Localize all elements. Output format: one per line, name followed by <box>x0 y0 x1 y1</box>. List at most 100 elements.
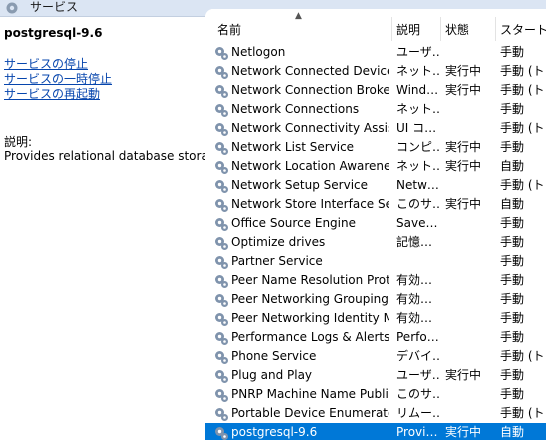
service-status-cell: 実行中 <box>445 83 482 97</box>
gear-icon <box>213 311 229 327</box>
column-divider[interactable] <box>391 17 392 41</box>
service-startup-cell: 自動 <box>500 159 525 173</box>
service-name-cell: Network Connection Broker <box>231 83 389 97</box>
column-divider[interactable] <box>495 17 496 41</box>
gear-icon <box>213 102 229 118</box>
service-row[interactable]: Plug and Play ユーザ… 実行中 手動 <box>205 366 546 385</box>
service-row[interactable]: Network Setup Service Netw… 手動 (トリ <box>205 176 546 195</box>
selected-service-name: postgresql-9.6 <box>4 26 103 40</box>
gear-icon <box>213 330 229 346</box>
services-list[interactable]: ▲ 名前 説明 状態 スタートアップ Netlogonユーザ…手動Network… <box>205 9 546 440</box>
service-row[interactable]: PNRP Machine Name Publi… このサ… 手動 <box>205 385 546 404</box>
description-text: Provides relational database storage. <box>4 149 228 163</box>
service-name-cell: postgresql-9.6 <box>231 425 318 439</box>
service-name-cell: Network Store Interface Ser… <box>231 197 389 211</box>
service-name-cell: Network Connected Device… <box>231 64 389 78</box>
service-name-cell: Phone Service <box>231 349 317 363</box>
service-description-cell: ネット… <box>396 102 440 116</box>
service-row[interactable]: Phone Service デバイ… 手動 (トリ <box>205 347 546 366</box>
service-description-cell: Provi… <box>396 425 438 439</box>
service-description-cell: 有効… <box>396 311 433 325</box>
service-startup-cell: 手動 (トリ <box>500 83 546 97</box>
service-startup-cell: 手動 (トリ <box>500 121 546 135</box>
details-pane: postgresql-9.6 サービスの停止 サービスの一時停止 サービスの再起… <box>0 17 228 440</box>
description-label: 説明: <box>4 135 33 149</box>
service-name-cell: Network Location Awareness <box>231 159 389 173</box>
service-row[interactable]: Network Connection Broker Wind… 実行中 手動 (トリ <box>205 81 546 100</box>
service-name-cell: PNRP Machine Name Publi… <box>231 387 389 401</box>
service-description-cell: Save… <box>396 216 438 230</box>
service-description-cell: Perfo… <box>396 330 439 344</box>
service-status-cell: 実行中 <box>445 368 482 382</box>
service-startup-cell: 手動 (トリ <box>500 406 546 420</box>
gear-icon <box>213 425 229 440</box>
gear-icon <box>213 178 229 194</box>
service-actions: サービスの停止 サービスの一時停止 サービスの再起動 <box>4 57 112 102</box>
service-startup-cell: 手動 <box>500 45 525 59</box>
service-name-cell: Peer Networking Grouping <box>231 292 389 306</box>
pause-service-link[interactable]: サービスの一時停止 <box>4 72 112 87</box>
service-startup-cell: 手動 (トリ <box>500 349 546 363</box>
service-row[interactable]: Network Connected Device… ネット… 実行中 手動 (トリ <box>205 62 546 81</box>
gear-icon <box>213 64 229 80</box>
service-row[interactable]: Netlogon ユーザ… 手動 <box>205 43 546 62</box>
header-startup[interactable]: スタートアップ <box>500 21 546 38</box>
service-description-cell: 有効… <box>396 292 433 306</box>
header-description[interactable]: 説明 <box>396 21 420 38</box>
service-row[interactable]: Peer Networking Grouping 有効… 手動 <box>205 290 546 309</box>
service-startup-cell: 手動 <box>500 102 525 116</box>
service-name-cell: Network List Service <box>231 140 355 154</box>
service-status-cell: 実行中 <box>445 425 482 439</box>
service-row[interactable]: Network Store Interface Ser… このサ… 実行中 自動 <box>205 195 546 214</box>
service-status-cell: 実行中 <box>445 140 482 154</box>
service-row[interactable]: Performance Logs & Alerts Perfo… 手動 <box>205 328 546 347</box>
service-startup-cell: 手動 (トリ <box>500 64 546 78</box>
service-status-cell: 実行中 <box>445 197 482 211</box>
service-startup-cell: 手動 <box>500 311 525 325</box>
service-startup-cell: 手動 <box>500 387 525 401</box>
gear-icon <box>213 121 229 137</box>
service-row[interactable]: postgresql-9.6 Provi… 実行中 自動 <box>205 423 546 440</box>
service-name-cell: Office Source Engine <box>231 216 356 230</box>
service-startup-cell: 手動 <box>500 216 525 230</box>
restart-service-link[interactable]: サービスの再起動 <box>4 87 112 102</box>
service-row[interactable]: Optimize drives 記憶… 手動 <box>205 233 546 252</box>
service-name-cell: Network Connections <box>231 102 360 116</box>
service-row[interactable]: Portable Device Enumerator… リムー… 手動 (トリ <box>205 404 546 423</box>
service-row[interactable]: Network Connections ネット… 手動 <box>205 100 546 119</box>
service-description-cell: ユーザ… <box>396 45 440 59</box>
service-startup-cell: 手動 <box>500 254 525 268</box>
service-description-cell: ネット… <box>396 159 440 173</box>
header-status[interactable]: 状態 <box>445 21 469 38</box>
column-header: ▲ 名前 説明 状態 スタートアップ <box>205 9 546 41</box>
gear-icon <box>213 83 229 99</box>
service-description-cell: このサ… <box>396 197 440 211</box>
gear-icon <box>213 159 229 175</box>
service-name-cell: Portable Device Enumerator… <box>231 406 389 420</box>
gear-icon <box>213 197 229 213</box>
service-row[interactable]: Office Source Engine Save… 手動 <box>205 214 546 233</box>
service-row[interactable]: Network Location Awareness ネット… 実行中 自動 <box>205 157 546 176</box>
service-status-cell: 実行中 <box>445 159 482 173</box>
service-description-cell: ユーザ… <box>396 368 440 382</box>
service-row[interactable]: Network Connectivity Assist… UI コ… 手動 (トリ <box>205 119 546 138</box>
service-row[interactable]: Peer Networking Identity M… 有効… 手動 <box>205 309 546 328</box>
service-row[interactable]: Partner Service 手動 <box>205 252 546 271</box>
service-startup-cell: 手動 <box>500 140 525 154</box>
gear-icon <box>213 349 229 365</box>
service-description-cell: リムー… <box>396 406 440 420</box>
stop-service-link[interactable]: サービスの停止 <box>4 57 112 72</box>
service-description-cell: 記憶… <box>396 235 433 249</box>
column-divider[interactable] <box>440 17 441 41</box>
service-startup-cell: 手動 <box>500 292 525 306</box>
service-row[interactable]: Network List Service コンピ… 実行中 手動 <box>205 138 546 157</box>
gear-icon <box>213 406 229 422</box>
service-startup-cell: 手動 <box>500 273 525 287</box>
service-row[interactable]: Peer Name Resolution Prot… 有効… 手動 <box>205 271 546 290</box>
gear-icon <box>213 292 229 308</box>
service-name-cell: Network Setup Service <box>231 178 369 192</box>
service-startup-cell: 手動 <box>500 330 525 344</box>
service-startup-cell: 手動 <box>500 235 525 249</box>
service-name-cell: Peer Networking Identity M… <box>231 311 389 325</box>
header-name[interactable]: 名前 <box>217 21 241 38</box>
